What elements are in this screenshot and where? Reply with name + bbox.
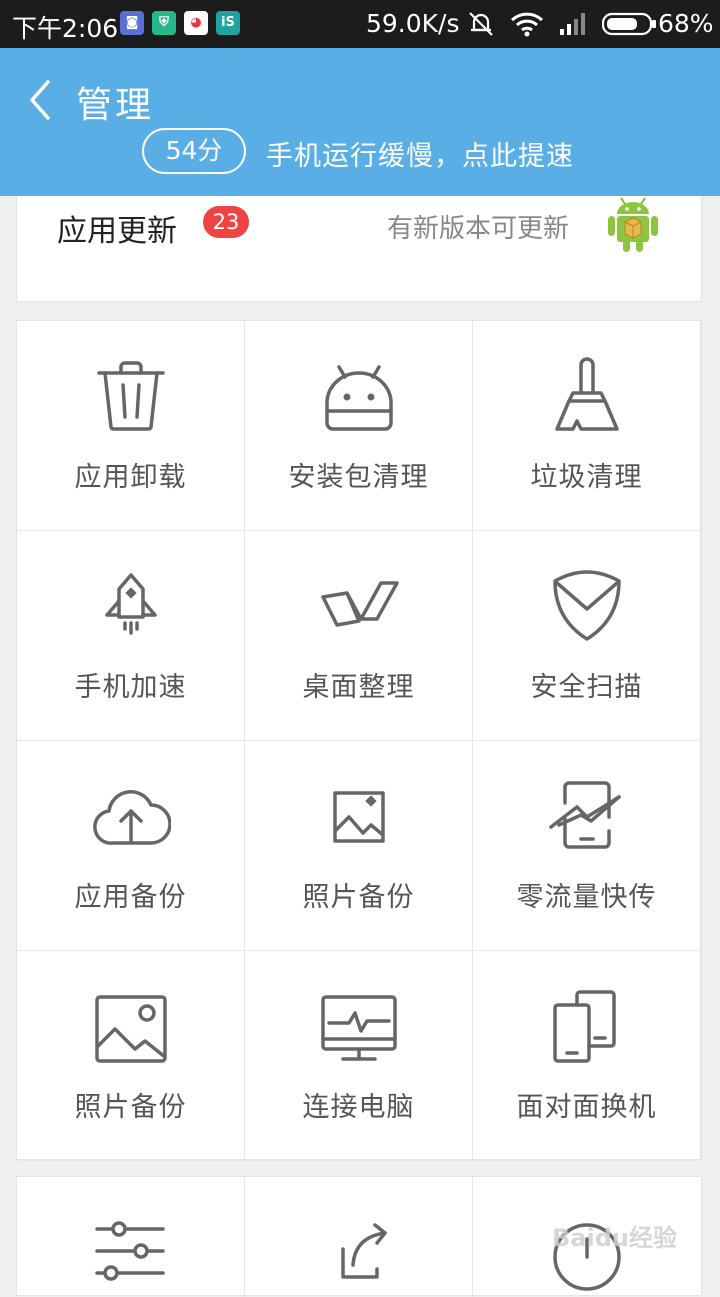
shield-icon [553, 570, 621, 641]
notification-icons: ◙ ⛨ ◕ iS [120, 11, 240, 35]
shield-notification-icon: ⛨ [152, 11, 176, 35]
network-speed: 59.0K/s [366, 9, 460, 38]
tool-label: 安全扫描 [530, 672, 643, 703]
tool-junk-clean[interactable]: 垃圾清理 [473, 321, 701, 531]
share-icon [341, 1223, 387, 1279]
android-package-icon [325, 365, 393, 431]
update-description: 有新版本可更新 [387, 214, 570, 244]
tool-package-clean[interactable]: 安装包清理 [245, 321, 473, 531]
tool-label: 桌面整理 [302, 672, 415, 703]
tool-label: 零流量快传 [516, 882, 657, 913]
cloud-upload-icon [93, 790, 171, 845]
page-title: 管理 [76, 85, 155, 126]
battery-percent: 68% [658, 9, 714, 38]
tool-label: 面对面换机 [516, 1092, 657, 1123]
sliders-icon [95, 1221, 165, 1281]
status-bar: 下午2:06 ◙ ⛨ ◕ iS 59.0K/s 68% [0, 0, 720, 48]
score-badge[interactable]: 54分 [142, 128, 246, 174]
tool-label: 照片备份 [302, 882, 415, 913]
tool-phone-swap[interactable]: 面对面换机 [473, 951, 701, 1161]
trash-icon [97, 361, 165, 431]
baidu-watermark: Baidu经验 [552, 1224, 677, 1252]
tool-photo-backup-2[interactable]: 照片备份 [17, 951, 245, 1161]
tool-phone-speedup[interactable]: 手机加速 [17, 531, 245, 741]
app-notification-icon: ◙ [120, 11, 144, 35]
back-arrow-icon[interactable] [26, 78, 56, 122]
tool-label: 应用备份 [74, 882, 187, 913]
tool-connect-pc[interactable]: 连接电脑 [245, 951, 473, 1161]
tool-label: 照片备份 [74, 1092, 187, 1123]
status-time: 下午2:06 [12, 14, 119, 43]
browser-notification-icon: ◕ [184, 11, 208, 35]
battery-icon [602, 12, 656, 36]
image-icon [95, 995, 167, 1063]
tools-grid: 应用卸载 安装包清理 垃圾清理 手机加速 桌面整理 安全扫描 应用备份 照片备份… [16, 320, 702, 1161]
transfer-icon [549, 781, 621, 849]
update-count-badge: 23 [203, 206, 249, 238]
tool-settings[interactable] [17, 1177, 245, 1297]
monitor-icon [321, 995, 397, 1061]
tool-share[interactable] [245, 1177, 473, 1297]
signal-icon [560, 13, 585, 35]
app-update-card[interactable]: 应用更新 23 有新版本可更新 [16, 196, 702, 302]
android-robot-icon [608, 197, 658, 252]
update-title: 应用更新 [57, 214, 177, 249]
broom-icon [555, 357, 619, 431]
header: 管理 54分 手机运行缓慢，点此提速 [0, 48, 720, 196]
tool-security-scan[interactable]: 安全扫描 [473, 531, 701, 741]
speedup-prompt[interactable]: 手机运行缓慢，点此提速 [266, 134, 574, 173]
tool-app-backup[interactable]: 应用备份 [17, 741, 245, 951]
tool-label: 安装包清理 [288, 462, 429, 493]
rocket-icon [105, 573, 157, 635]
tool-photo-backup[interactable]: 照片备份 [245, 741, 473, 951]
tool-label: 手机加速 [74, 672, 187, 703]
tool-label: 垃圾清理 [530, 462, 643, 493]
tool-label: 连接电脑 [302, 1092, 415, 1123]
phone-swap-icon [553, 990, 616, 1063]
tool-zero-data-transfer[interactable]: 零流量快传 [473, 741, 701, 951]
mute-icon [469, 12, 493, 36]
desktop-organize-icon [321, 581, 399, 627]
photo-icon [333, 791, 385, 843]
wifi-icon [510, 12, 544, 37]
tool-label: 应用卸载 [74, 462, 187, 493]
tool-app-uninstall[interactable]: 应用卸载 [17, 321, 245, 531]
store-notification-icon: iS [216, 11, 240, 35]
tool-desktop-organize[interactable]: 桌面整理 [245, 531, 473, 741]
